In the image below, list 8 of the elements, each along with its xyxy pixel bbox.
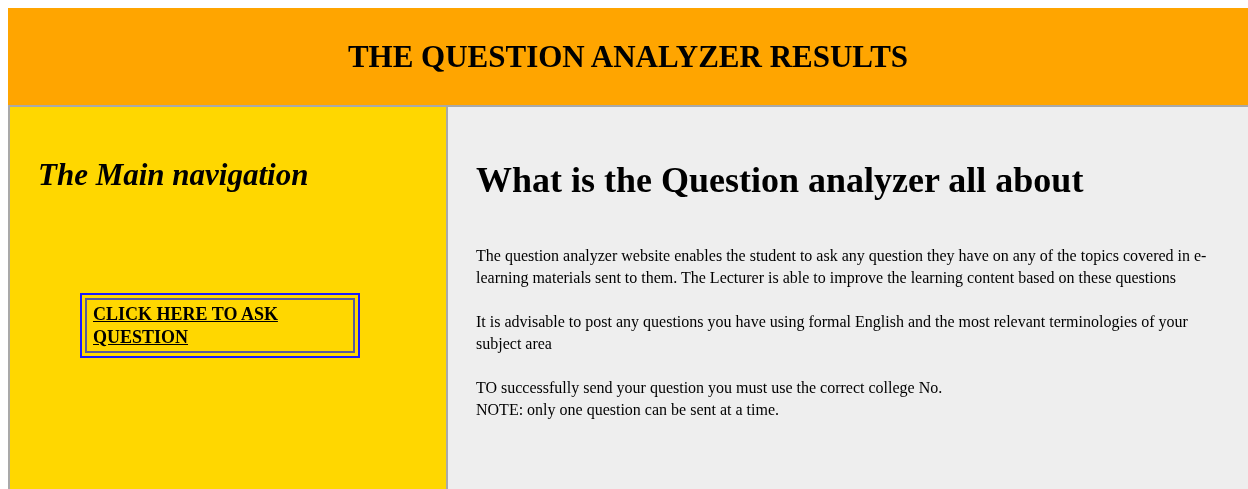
ask-question-link[interactable]: CLICK HERE TO ASK QUESTION xyxy=(85,298,355,353)
content-heading: What is the Question analyzer all about xyxy=(476,159,1085,201)
paragraph-text: TO successfully send your question you must use the correct college No. xyxy=(476,378,944,399)
page-title: THE QUESTION ANALYZER RESULTS xyxy=(347,38,909,75)
sidebar-heading: The Main navigation xyxy=(38,157,310,193)
paragraph-text: It is advisable to post any questions you have using formal English and the most relevant terminologies of your subject area xyxy=(476,312,1189,355)
paragraph-text: The question analyzer website enables the student to ask any question they have on any of the topics covered in e-learning materials sent to them. The Lecturer is able to improve the learning content based on these questions xyxy=(476,246,1208,289)
paragraph-text: NOTE: only one question can be sent at a time. xyxy=(476,400,781,421)
